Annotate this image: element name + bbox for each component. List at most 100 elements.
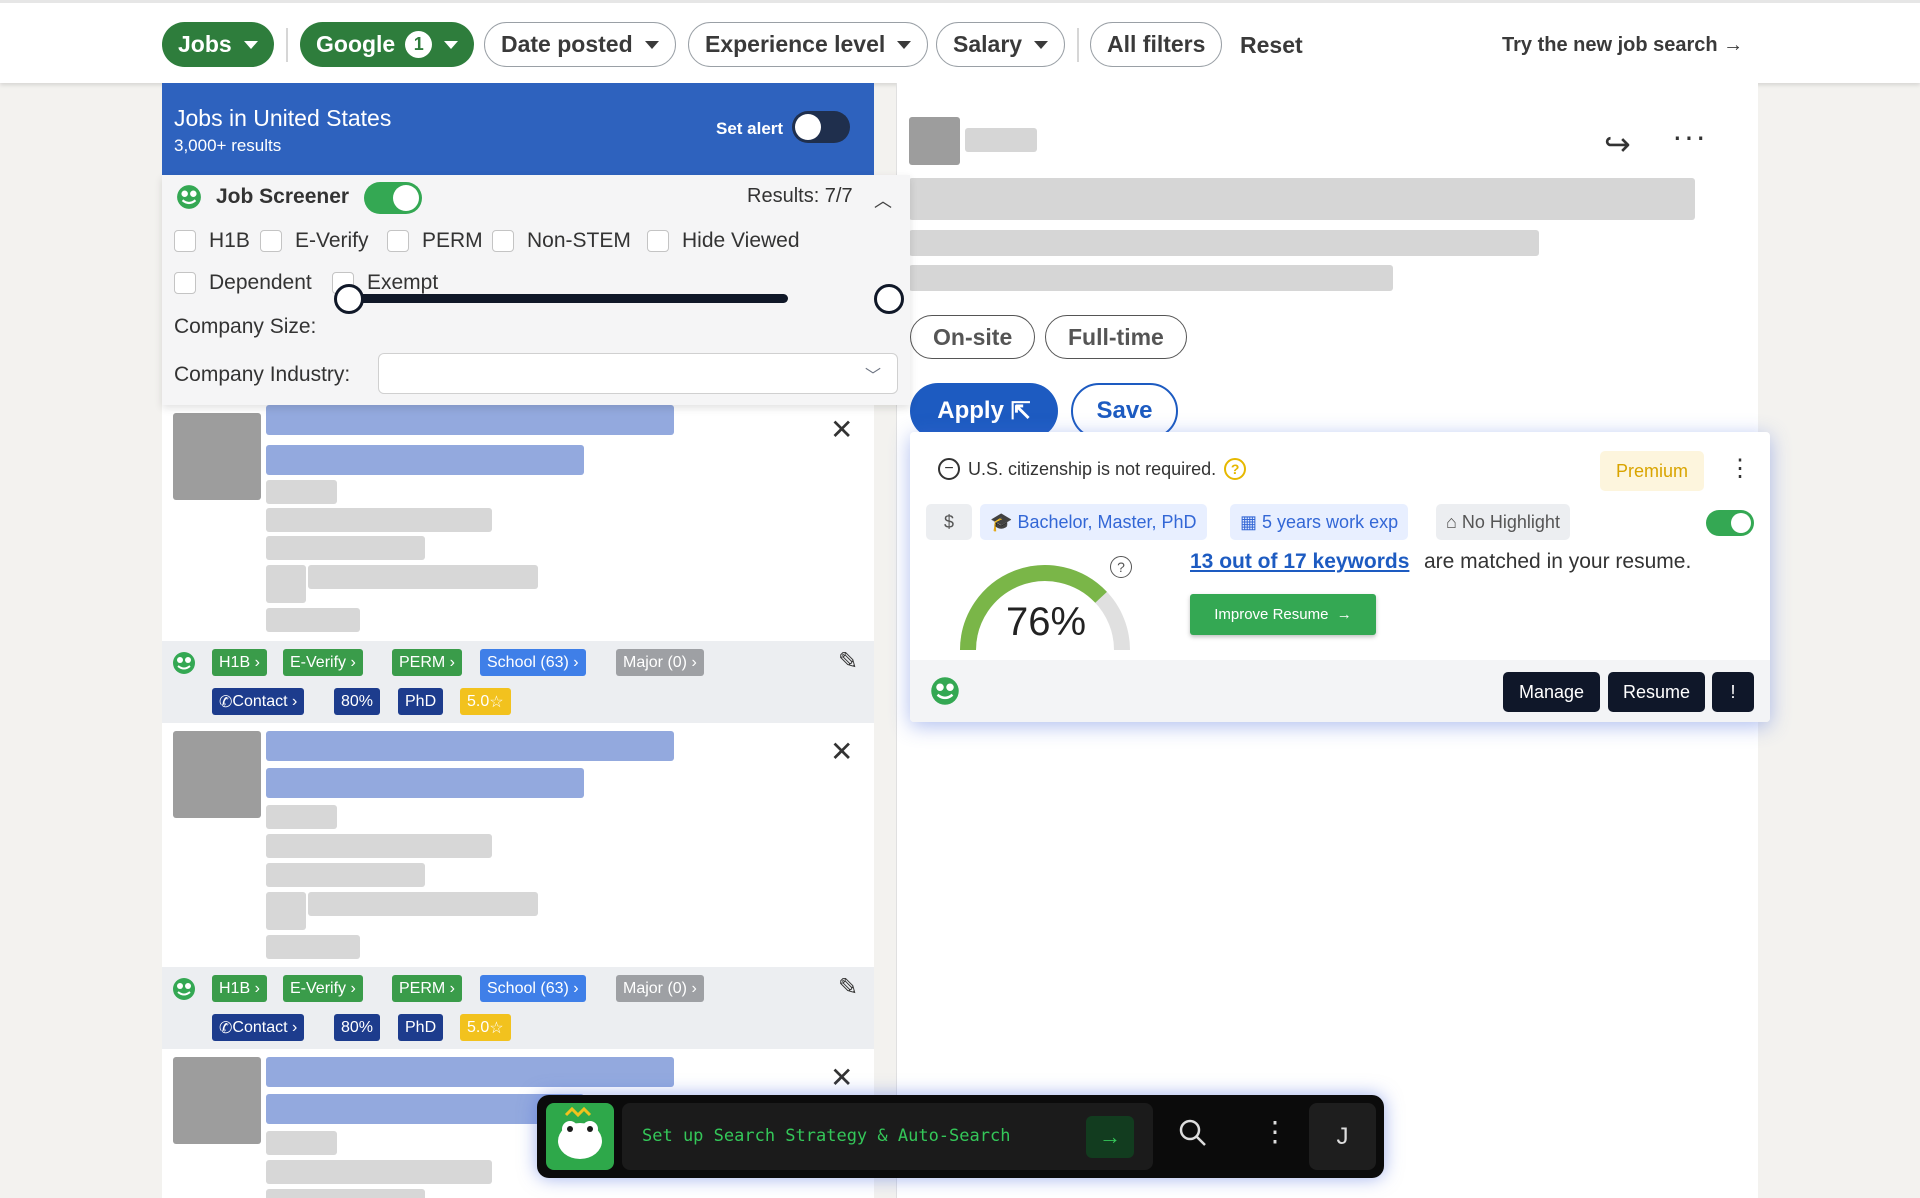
tag-icon: ⌂ xyxy=(1446,511,1457,532)
company-logo-placeholder xyxy=(173,1057,261,1144)
keywords-link[interactable]: 13 out of 17 keywords xyxy=(1190,550,1409,574)
try-new-search-link[interactable]: Try the new job search → xyxy=(1502,34,1743,57)
resume-button[interactable]: Resume xyxy=(1608,672,1705,712)
dependent-checkbox[interactable]: Dependent xyxy=(174,271,312,295)
dismiss-icon[interactable]: ✕ xyxy=(830,413,853,446)
job-title-placeholder xyxy=(909,178,1695,220)
date-posted-filter-button[interactable]: Date posted xyxy=(484,22,676,67)
keywords-text: are matched in your resume. xyxy=(1424,550,1692,573)
job-type-chip: Full-time xyxy=(1045,315,1187,359)
everify-tag[interactable]: E-Verify › xyxy=(283,975,363,1002)
more-options-icon[interactable]: ··· xyxy=(1672,118,1707,155)
caret-down-icon xyxy=(1034,40,1049,49)
degree-tag: PhD xyxy=(398,1014,444,1041)
edit-icon[interactable]: ✎ xyxy=(838,973,858,1002)
company-size-label: Company Size: xyxy=(174,315,317,338)
caret-down-icon xyxy=(243,40,258,49)
date-posted-label: Date posted xyxy=(501,31,633,57)
text-placeholder xyxy=(266,863,425,887)
user-avatar[interactable]: J xyxy=(1309,1103,1376,1170)
set-alert-toggle[interactable] xyxy=(792,111,850,143)
chevron-up-icon[interactable]: ︿ xyxy=(874,187,892,213)
contact-tag[interactable]: ✆ Contact › xyxy=(212,1014,305,1041)
resume-match-card: − U.S. citizenship is not required. ? Pr… xyxy=(910,432,1770,722)
chevron-down-icon: ﹀ xyxy=(864,368,881,385)
divider xyxy=(286,28,288,62)
jobs-filter-label: Jobs xyxy=(178,31,232,57)
everify-checkbox[interactable]: E-Verify xyxy=(260,229,369,253)
dismiss-icon[interactable]: ✕ xyxy=(830,735,853,768)
text-placeholder xyxy=(308,565,538,589)
job-screener-panel: Job Screener Results: 7/7 ︿ H1B E-Verify… xyxy=(162,175,910,405)
hide-viewed-checkbox[interactable]: Hide Viewed xyxy=(647,229,800,253)
text-placeholder xyxy=(266,935,360,959)
experience-label: Experience level xyxy=(705,31,886,57)
perm-tag[interactable]: PERM › xyxy=(392,975,463,1002)
experience-filter-button[interactable]: Experience level xyxy=(688,22,929,67)
degree-tag: PhD xyxy=(398,688,444,715)
job-title-placeholder xyxy=(266,1057,674,1087)
avatar-placeholder xyxy=(266,892,306,930)
jobs-filter-button[interactable]: Jobs xyxy=(162,22,274,67)
caret-down-icon xyxy=(444,40,459,49)
job-card[interactable]: ✕ H1B › E-Verify › PERM › School (63) › … xyxy=(162,723,874,1049)
perm-tag[interactable]: PERM › xyxy=(392,649,463,676)
app-logo[interactable] xyxy=(546,1103,614,1170)
match-toggle[interactable] xyxy=(1706,510,1754,536)
text-placeholder xyxy=(308,892,538,916)
text-placeholder xyxy=(266,805,337,829)
company-size-slider[interactable] xyxy=(348,294,788,303)
frog-icon xyxy=(173,652,195,674)
major-tag[interactable]: Major (0) › xyxy=(616,975,704,1002)
school-tag[interactable]: School (63) › xyxy=(480,975,586,1002)
h1b-checkbox[interactable]: H1B xyxy=(174,229,250,253)
more-options-icon[interactable]: ⋮ xyxy=(1728,454,1752,483)
slider-max-handle[interactable] xyxy=(874,284,904,314)
help-icon[interactable]: ? xyxy=(1224,458,1247,480)
company-industry-label: Company Industry: xyxy=(174,363,351,386)
h1b-tag[interactable]: H1B › xyxy=(212,975,267,1002)
text-placeholder xyxy=(266,536,425,560)
frog-logo-icon xyxy=(558,1106,602,1159)
salary-filter-button[interactable]: Salary xyxy=(936,22,1066,67)
non-stem-checkbox[interactable]: Non-STEM xyxy=(492,229,631,253)
share-icon[interactable]: ↪ xyxy=(1604,125,1631,163)
prompt-text: Set up Search Strategy & Auto-Search xyxy=(642,1126,1011,1146)
job-screener-toggle[interactable] xyxy=(364,182,422,214)
contact-tag[interactable]: ✆ Contact › xyxy=(212,688,305,715)
rating-tag: 5.0 ☆ xyxy=(460,688,511,715)
degree-info-tag: 🎓 Bachelor, Master, PhD xyxy=(980,504,1207,540)
search-icon[interactable] xyxy=(1177,1117,1209,1149)
feedback-icon[interactable]: ! xyxy=(1712,672,1754,712)
company-industry-select[interactable]: ﹀ xyxy=(378,353,898,394)
job-tags-row: H1B › E-Verify › PERM › School (63) › Ma… xyxy=(162,641,874,723)
company-name-placeholder xyxy=(965,128,1037,152)
perm-checkbox[interactable]: PERM xyxy=(387,229,483,253)
company-filter-button[interactable]: Google 1 xyxy=(300,22,475,67)
improve-resume-button[interactable]: Improve Resume → xyxy=(1190,594,1376,635)
arrow-right-icon[interactable]: → xyxy=(1086,1116,1134,1158)
everify-tag[interactable]: E-Verify › xyxy=(283,649,363,676)
apply-button[interactable]: Apply ⇱ xyxy=(910,383,1058,439)
caret-down-icon xyxy=(644,40,659,49)
dismiss-icon[interactable]: ✕ xyxy=(830,1061,853,1094)
h1b-tag[interactable]: H1B › xyxy=(212,649,267,676)
job-list-title: Jobs in United States xyxy=(174,105,392,131)
slider-min-handle[interactable] xyxy=(334,284,364,314)
major-tag[interactable]: Major (0) › xyxy=(616,649,704,676)
all-filters-button[interactable]: All filters xyxy=(1090,22,1223,67)
more-options-icon[interactable]: ⋮ xyxy=(1261,1115,1289,1148)
reset-button[interactable]: Reset xyxy=(1240,32,1303,59)
job-card[interactable]: ✕ H1B › E-Verify › PERM › School (63) › … xyxy=(162,405,874,723)
search-strategy-prompt[interactable]: Set up Search Strategy & Auto-Search → xyxy=(622,1103,1153,1170)
help-icon[interactable]: ? xyxy=(1110,556,1132,578)
results-count: 3,000+ results xyxy=(174,136,282,155)
avatar-placeholder xyxy=(266,565,306,603)
school-tag[interactable]: School (63) › xyxy=(480,649,586,676)
minus-circle-icon: − xyxy=(938,458,960,480)
company-logo-placeholder xyxy=(173,413,261,500)
premium-badge[interactable]: Premium xyxy=(1600,451,1704,491)
save-button[interactable]: Save xyxy=(1071,383,1178,439)
manage-button[interactable]: Manage xyxy=(1503,672,1600,712)
edit-icon[interactable]: ✎ xyxy=(838,647,858,676)
